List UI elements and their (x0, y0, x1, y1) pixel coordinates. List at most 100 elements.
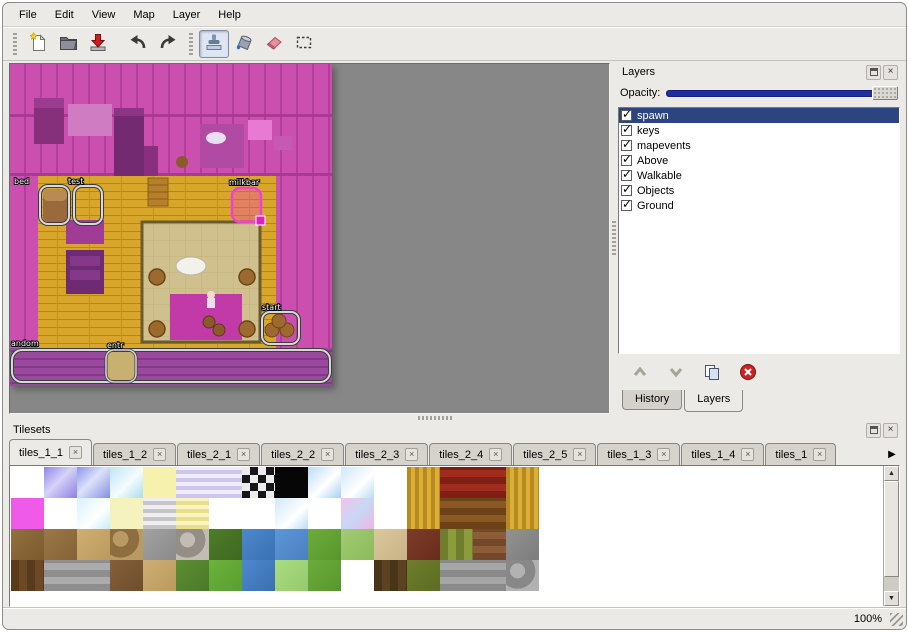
tile[interactable] (407, 560, 440, 591)
layer-visibility-checkbox[interactable]: ✓ (621, 125, 632, 136)
tab-close-icon[interactable]: × (573, 448, 586, 461)
tileset-grid[interactable] (11, 467, 539, 591)
tile[interactable] (506, 467, 539, 498)
menu-map[interactable]: Map (125, 5, 162, 25)
menu-edit[interactable]: Edit (47, 5, 82, 25)
raise-layer-button[interactable] (628, 361, 652, 385)
tile[interactable] (143, 529, 176, 560)
tile[interactable] (275, 529, 308, 560)
layer-row-keys[interactable]: ✓ keys (619, 123, 899, 138)
tileset-tab-tiles_1_1[interactable]: tiles_1_1 × (9, 439, 92, 465)
tile[interactable] (11, 529, 44, 560)
tab-close-icon[interactable]: × (657, 448, 670, 461)
rectangular-select-button[interactable] (289, 30, 319, 58)
toolbar-drag-handle[interactable] (13, 33, 17, 55)
tile[interactable] (242, 560, 275, 591)
tile[interactable] (275, 467, 308, 498)
bucket-fill-button[interactable] (229, 30, 259, 58)
tile[interactable] (407, 467, 440, 498)
tab-close-icon[interactable]: × (741, 448, 754, 461)
tile[interactable] (209, 560, 242, 591)
tab-close-icon[interactable]: × (237, 448, 250, 461)
tile[interactable] (440, 467, 473, 498)
layer-visibility-checkbox[interactable]: ✓ (621, 170, 632, 181)
tile[interactable] (242, 467, 275, 498)
layer-visibility-checkbox[interactable]: ✓ (621, 200, 632, 211)
opacity-slider-handle[interactable] (872, 86, 898, 100)
scroll-down-button[interactable]: ▼ (884, 591, 899, 606)
tile[interactable] (110, 529, 143, 560)
tile[interactable] (440, 498, 473, 529)
layer-row-mapevents[interactable]: ✓ mapevents (619, 138, 899, 153)
tile[interactable] (11, 498, 44, 529)
tile[interactable] (308, 498, 341, 529)
tab-close-icon[interactable]: × (69, 446, 82, 459)
stamp-brush-button[interactable] (199, 30, 229, 58)
tile[interactable] (506, 529, 539, 560)
tile[interactable] (374, 560, 407, 591)
splitter-grip[interactable] (612, 221, 616, 255)
lower-layer-button[interactable] (664, 361, 688, 385)
tile[interactable] (407, 529, 440, 560)
tab-close-icon[interactable]: × (813, 448, 826, 461)
menu-layer[interactable]: Layer (165, 5, 209, 25)
horizontal-splitter[interactable] (3, 414, 906, 421)
tile[interactable] (374, 498, 407, 529)
tile[interactable] (143, 467, 176, 498)
menu-view[interactable]: View (84, 5, 124, 25)
layer-row-walkable[interactable]: ✓ Walkable (619, 168, 899, 183)
tile[interactable] (11, 560, 44, 591)
save-map-button[interactable] (83, 30, 113, 58)
layer-row-objects[interactable]: ✓ Objects (619, 183, 899, 198)
tile[interactable] (341, 560, 374, 591)
tile[interactable] (176, 560, 209, 591)
tile[interactable] (374, 467, 407, 498)
tileset-tab-tiles_2_3[interactable]: tiles_2_3 × (345, 443, 428, 465)
tab-close-icon[interactable]: × (153, 448, 166, 461)
tile[interactable] (11, 467, 44, 498)
tile[interactable] (110, 498, 143, 529)
tile[interactable] (506, 560, 539, 591)
tile[interactable] (473, 498, 506, 529)
tile[interactable] (275, 498, 308, 529)
layer-row-ground[interactable]: ✓ Ground (619, 198, 899, 213)
tab-close-icon[interactable]: × (405, 448, 418, 461)
splitter-grip[interactable] (418, 416, 452, 420)
opacity-slider-track[interactable] (666, 90, 896, 97)
tile[interactable] (341, 498, 374, 529)
map-canvas[interactable]: bed test milkbar start andom entr (10, 64, 332, 386)
scrollbar-thumb[interactable] (884, 481, 899, 577)
tile[interactable] (44, 560, 77, 591)
tab-close-icon[interactable]: × (321, 448, 334, 461)
tile[interactable] (209, 498, 242, 529)
tile[interactable] (308, 467, 341, 498)
float-dock-button[interactable] (866, 65, 881, 80)
duplicate-layer-button[interactable] (700, 361, 724, 385)
tile[interactable] (308, 560, 341, 591)
tileset-tab-tiles_2_2[interactable]: tiles_2_2 × (261, 443, 344, 465)
tile[interactable] (473, 467, 506, 498)
tile[interactable] (77, 467, 110, 498)
tile[interactable] (44, 467, 77, 498)
new-map-button[interactable] (23, 30, 53, 58)
tile[interactable] (143, 498, 176, 529)
layers-dock-titlebar[interactable]: Layers × (618, 63, 900, 81)
close-dock-button[interactable]: × (883, 65, 898, 80)
opacity-slider[interactable] (666, 85, 898, 101)
tile[interactable] (440, 529, 473, 560)
menu-help[interactable]: Help (210, 5, 249, 25)
tile[interactable] (77, 529, 110, 560)
layer-visibility-checkbox[interactable]: ✓ (621, 185, 632, 196)
tile[interactable] (176, 467, 209, 498)
layer-visibility-checkbox[interactable]: ✓ (621, 110, 632, 121)
tile[interactable] (209, 467, 242, 498)
tile[interactable] (44, 498, 77, 529)
menu-file[interactable]: File (11, 5, 45, 25)
tileset-tab-tiles_1_3[interactable]: tiles_1_3 × (597, 443, 680, 465)
float-dock-button[interactable] (866, 423, 881, 438)
tile[interactable] (242, 498, 275, 529)
tile[interactable] (209, 529, 242, 560)
tile[interactable] (143, 560, 176, 591)
tile[interactable] (440, 560, 473, 591)
tile[interactable] (407, 498, 440, 529)
